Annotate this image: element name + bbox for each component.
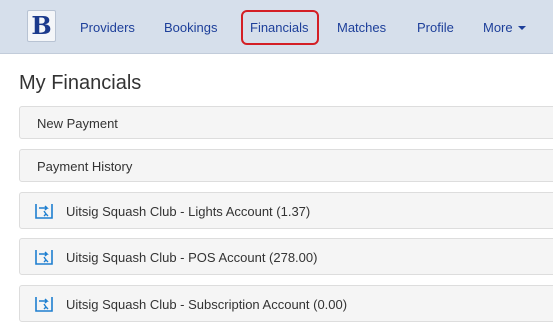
payment-history-panel[interactable]: Payment History (19, 149, 553, 182)
account-label: Uitsig Squash Club - POS Account (278.00… (66, 250, 318, 265)
nav-more-dropdown[interactable]: More (483, 20, 526, 35)
new-payment-panel[interactable]: New Payment (19, 106, 553, 139)
account-transfer-icon (35, 250, 53, 265)
account-label: Uitsig Squash Club - Subscription Accoun… (66, 297, 348, 312)
top-navbar: B Providers Bookings Financials Matches … (0, 0, 553, 54)
payment-history-label: Payment History (37, 159, 133, 174)
account-transfer-icon (35, 204, 53, 219)
nav-profile[interactable]: Profile (417, 20, 454, 35)
account-panel-lights[interactable]: Uitsig Squash Club - Lights Account (1.3… (19, 192, 553, 229)
nav-providers[interactable]: Providers (80, 20, 135, 35)
nav-more-label: More (483, 20, 513, 35)
nav-bookings[interactable]: Bookings (164, 20, 217, 35)
account-transfer-icon (35, 297, 53, 312)
nav-matches[interactable]: Matches (337, 20, 386, 35)
brand-logo[interactable]: B (27, 10, 56, 42)
account-label: Uitsig Squash Club - Lights Account (1.3… (66, 204, 311, 219)
account-panel-subscription[interactable]: Uitsig Squash Club - Subscription Accoun… (19, 285, 553, 322)
page-title: My Financials (19, 72, 142, 94)
caret-down-icon (517, 25, 526, 30)
account-panel-pos[interactable]: Uitsig Squash Club - POS Account (278.00… (19, 238, 553, 275)
new-payment-label: New Payment (37, 116, 118, 131)
financials-highlight-box (241, 10, 319, 45)
